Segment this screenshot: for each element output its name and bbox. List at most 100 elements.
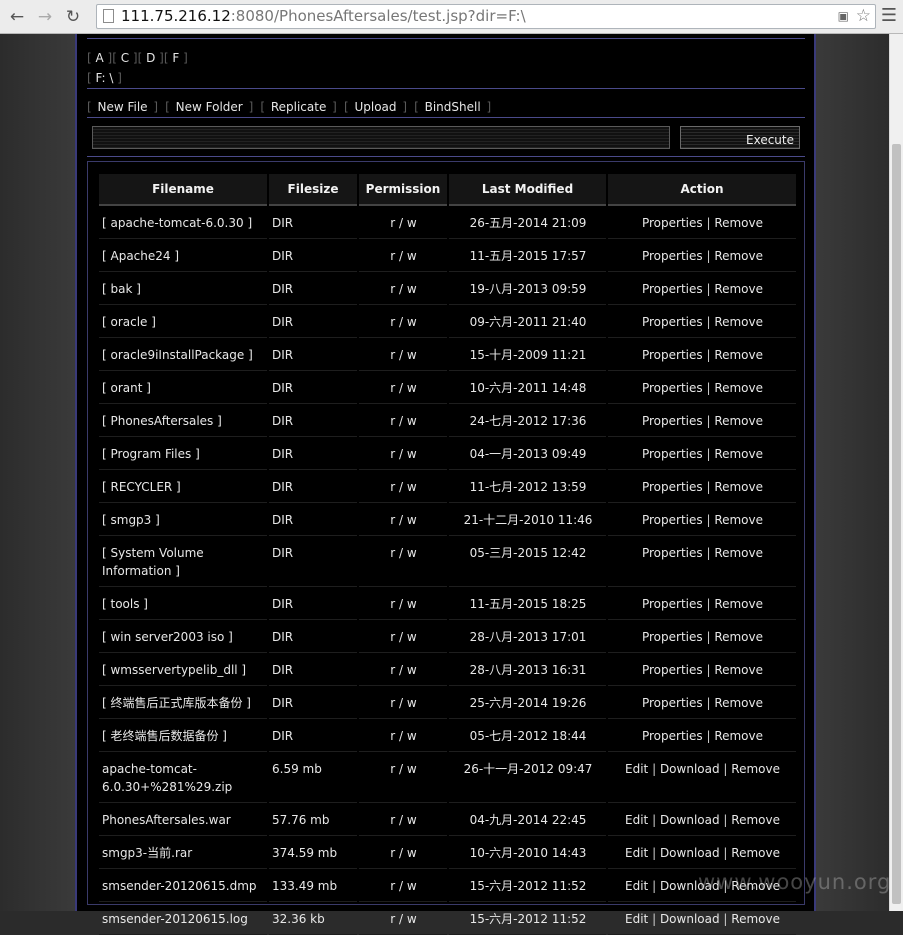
remove-link[interactable]: Remove — [714, 663, 763, 677]
table-header-row: Filename Filesize Permission Last Modified A… — [99, 174, 796, 206]
remove-link[interactable]: Remove — [714, 348, 763, 362]
bracket: [ — [87, 51, 96, 65]
filename-link[interactable]: [ PhonesAftersales ] — [99, 404, 267, 437]
filename-link[interactable]: [ oracle9iInstallPackage ] — [99, 338, 267, 371]
properties-link[interactable]: Properties — [642, 513, 703, 527]
remove-link[interactable]: Remove — [731, 762, 780, 776]
new-file-link[interactable]: New File — [98, 100, 148, 114]
modified-cell: 26-五月-2014 21:09 — [449, 206, 606, 239]
filename-link[interactable]: [ 老终端售后数据备份 ] — [99, 719, 267, 752]
remove-link[interactable]: Remove — [714, 696, 763, 710]
action-links: [ New File ] [ New Folder ] [ Replicate … — [87, 96, 493, 115]
properties-link[interactable]: Properties — [642, 546, 703, 560]
filename-link[interactable]: smsender-20120615.log — [99, 902, 267, 935]
properties-link[interactable]: Properties — [642, 282, 703, 296]
properties-link[interactable]: Properties — [642, 447, 703, 461]
properties-link[interactable]: Properties — [642, 696, 703, 710]
properties-link[interactable]: Properties — [642, 348, 703, 362]
remove-link[interactable]: Remove — [731, 912, 780, 926]
modified-cell: 15-六月-2012 11:52 — [449, 902, 606, 935]
remove-link[interactable]: Remove — [714, 729, 763, 743]
table-row: [ wmsservertypelib_dll ] DIR r / w 28-八月-20… — [99, 653, 796, 686]
remove-link[interactable]: Remove — [731, 846, 780, 860]
remove-link[interactable]: Remove — [714, 282, 763, 296]
filename-link[interactable]: [ smgp3 ] — [99, 503, 267, 536]
filename-link[interactable]: [ apache-tomcat-6.0.30 ] — [99, 206, 267, 239]
properties-link[interactable]: Properties — [642, 480, 703, 494]
filename-link[interactable]: [ Apache24 ] — [99, 239, 267, 272]
filesize-cell: DIR — [269, 536, 357, 587]
new-folder-link[interactable]: New Folder — [176, 100, 243, 114]
filename-link[interactable]: [ orant ] — [99, 371, 267, 404]
remove-link[interactable]: Remove — [714, 381, 763, 395]
remove-link[interactable]: Remove — [714, 513, 763, 527]
properties-link[interactable]: Properties — [642, 663, 703, 677]
download-link[interactable]: Download — [660, 912, 720, 926]
replicate-link[interactable]: Replicate — [271, 100, 327, 114]
filename-link[interactable]: [ 终端售后正式库版本备份 ] — [99, 686, 267, 719]
filename-link[interactable]: [ wmsservertypelib_dll ] — [99, 653, 267, 686]
remove-link[interactable]: Remove — [714, 480, 763, 494]
filename-link[interactable]: [ RECYCLER ] — [99, 470, 267, 503]
remove-link[interactable]: Remove — [714, 216, 763, 230]
drive-link-a[interactable]: A — [96, 51, 104, 65]
remove-link[interactable]: Remove — [714, 597, 763, 611]
download-link[interactable]: Download — [660, 762, 720, 776]
scrollbar-thumb[interactable] — [892, 144, 901, 904]
reload-icon[interactable]: ↻ — [62, 6, 84, 28]
edit-link[interactable]: Edit — [625, 912, 648, 926]
edit-link[interactable]: Edit — [625, 762, 648, 776]
modified-cell: 05-七月-2012 18:44 — [449, 719, 606, 752]
download-link[interactable]: Download — [660, 846, 720, 860]
drive-link-d[interactable]: D — [146, 51, 155, 65]
remove-link[interactable]: Remove — [714, 315, 763, 329]
properties-link[interactable]: Properties — [642, 729, 703, 743]
back-arrow-icon[interactable]: ← — [6, 6, 28, 28]
remove-link[interactable]: Remove — [714, 414, 763, 428]
edit-link[interactable]: Edit — [625, 846, 648, 860]
properties-link[interactable]: Properties — [642, 381, 703, 395]
filename-link[interactable]: [ Program Files ] — [99, 437, 267, 470]
remove-link[interactable]: Remove — [714, 249, 763, 263]
scrollbar[interactable] — [889, 34, 903, 911]
filename-link[interactable]: [ bak ] — [99, 272, 267, 305]
edit-link[interactable]: Edit — [625, 813, 648, 827]
filename-link[interactable]: [ tools ] — [99, 587, 267, 620]
bracket: ] — [149, 100, 159, 114]
properties-link[interactable]: Properties — [642, 414, 703, 428]
permission-cell: r / w — [359, 902, 447, 935]
bracket: ] — [103, 51, 113, 65]
filename-link[interactable]: [ win server2003 iso ] — [99, 620, 267, 653]
menu-icon[interactable]: ☰ — [880, 7, 898, 25]
properties-link[interactable]: Properties — [642, 249, 703, 263]
address-bar[interactable]: 111.75.216.12:8080/PhonesAftersales/test… — [96, 4, 876, 29]
execute-button[interactable]: Execute — [680, 126, 800, 149]
properties-link[interactable]: Properties — [642, 216, 703, 230]
filename-link[interactable]: smgp3-当前.rar — [99, 836, 267, 869]
drive-link-c[interactable]: C — [121, 51, 129, 65]
remove-link[interactable]: Remove — [714, 447, 763, 461]
edit-link[interactable]: Edit — [625, 879, 648, 893]
star-icon[interactable]: ☆ — [856, 6, 871, 26]
remove-link[interactable]: Remove — [714, 630, 763, 644]
forward-arrow-icon[interactable]: → — [34, 6, 56, 28]
properties-link[interactable]: Properties — [642, 315, 703, 329]
properties-link[interactable]: Properties — [642, 630, 703, 644]
url-text[interactable]: 111.75.216.12:8080/PhonesAftersales/test… — [121, 7, 526, 25]
bindshell-link[interactable]: BindShell — [425, 100, 481, 114]
filename-link[interactable]: apache-tomcat-6.0.30+%281%29.zip — [99, 752, 267, 803]
filename-link[interactable]: PhonesAftersales.war — [99, 803, 267, 836]
properties-link[interactable]: Properties — [642, 597, 703, 611]
current-directory-link[interactable]: F: \ — [96, 71, 114, 85]
download-link[interactable]: Download — [660, 813, 720, 827]
upload-link[interactable]: Upload — [354, 100, 396, 114]
modified-cell: 11-七月-2012 13:59 — [449, 470, 606, 503]
filename-link[interactable]: smsender-20120615.dmp — [99, 869, 267, 902]
remove-link[interactable]: Remove — [731, 813, 780, 827]
remove-link[interactable]: Remove — [714, 546, 763, 560]
watermark: www.wooyun.org — [698, 870, 892, 894]
filename-link[interactable]: [ System Volume Information ] — [99, 536, 267, 587]
filename-link[interactable]: [ oracle ] — [99, 305, 267, 338]
translate-icon[interactable]: ▣ — [838, 9, 849, 23]
command-input[interactable] — [92, 126, 670, 149]
